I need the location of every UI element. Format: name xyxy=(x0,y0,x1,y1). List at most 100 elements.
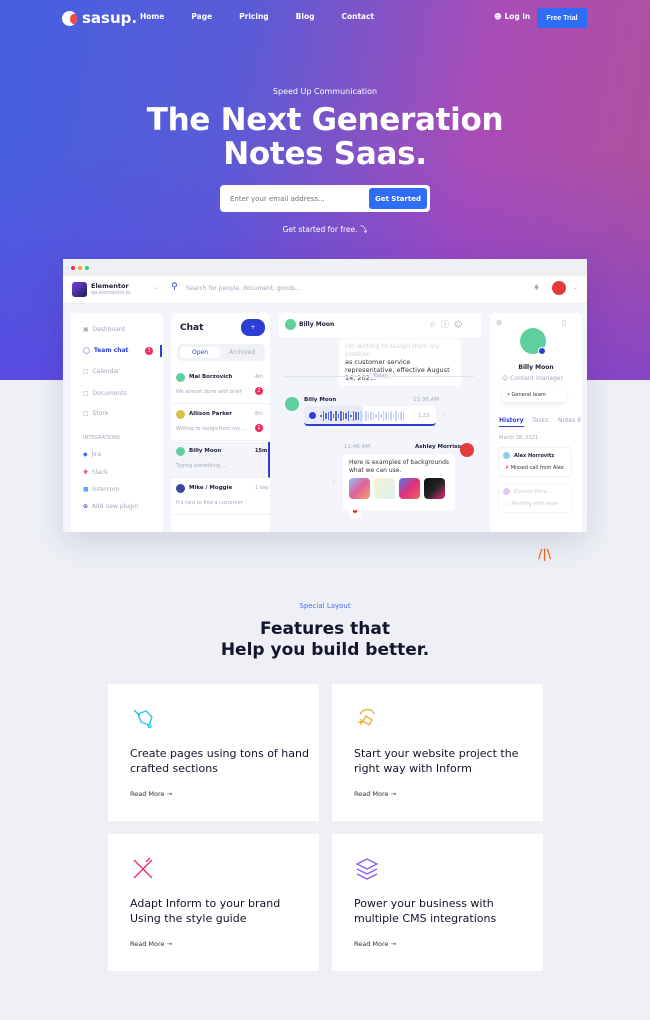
sidebar-item-calendar[interactable]: □ Calendar xyxy=(83,368,119,375)
integration-slack[interactable]: ❋ Slack xyxy=(83,469,108,476)
wave-bar xyxy=(365,410,367,422)
swatch[interactable] xyxy=(349,478,370,499)
read-more-link[interactable]: Read More → xyxy=(130,940,172,948)
user-avatar[interactable] xyxy=(552,281,566,295)
wave-bar xyxy=(320,415,322,417)
tab-open[interactable]: Open xyxy=(180,347,220,358)
read-more-link[interactable]: Read More → xyxy=(354,940,396,948)
team-select[interactable]: • General team xyxy=(502,389,566,402)
wave-bar xyxy=(397,412,399,420)
wave-bar xyxy=(355,412,357,420)
star-icon[interactable]: ☆ xyxy=(429,320,441,329)
integration-label: Jira xyxy=(91,451,102,458)
profile-name: Billy Moon xyxy=(518,364,554,371)
more-icon[interactable]: ⋮ xyxy=(331,479,337,486)
chat-time: 15m xyxy=(255,448,268,454)
wave-bar xyxy=(380,414,382,418)
wave-bar xyxy=(332,414,334,418)
nav-home[interactable]: Home xyxy=(140,12,164,21)
history-entry[interactable]: Eleanor Pena □ Meeting with team xyxy=(498,483,572,513)
gear-icon[interactable]: ⚙ xyxy=(496,319,502,327)
chevron-down-icon[interactable]: ⌄ xyxy=(153,284,158,291)
bookmark-icon[interactable]: ▯ xyxy=(562,319,566,327)
sidebar-item-team-chat[interactable]: ◯ Team chat xyxy=(83,347,128,354)
sidebar-item-dashboard[interactable]: ▣ Dashboard xyxy=(83,326,125,333)
title-line: The Next Generation xyxy=(146,102,504,138)
feature-title: Power your business with multiple CMS in… xyxy=(354,897,497,925)
tab-history[interactable]: History xyxy=(499,417,524,427)
chat-title: Chat xyxy=(180,323,204,333)
integrations-heading: INTEGRATIONS xyxy=(83,435,120,441)
heart-reaction[interactable]: ❤ xyxy=(349,507,361,518)
wave-bar xyxy=(392,415,394,417)
search-input[interactable]: Search for people, document, goods... xyxy=(186,285,301,292)
workspace-name[interactable]: Elementor xyxy=(91,282,129,290)
chat-preview: Typing something ... xyxy=(176,463,227,469)
read-more-link[interactable]: Read More → xyxy=(354,790,396,798)
chat-list-item[interactable]: Allison Parker 8m Writing to resign from… xyxy=(171,405,270,441)
nav-page[interactable]: Page xyxy=(191,12,212,21)
new-chat-button[interactable]: + xyxy=(241,319,265,336)
login-link[interactable]: ☻ Log in xyxy=(494,12,530,21)
chat-avatar xyxy=(176,484,185,493)
get-started-button[interactable]: Get Started xyxy=(369,188,427,209)
chat-list-item[interactable]: Mai Borzovich 4m We almost done with bri… xyxy=(171,368,270,404)
missed-call-icon: ✗ xyxy=(505,465,510,471)
feature-title: Adapt Inform to your brand Using the sty… xyxy=(130,897,281,925)
chat-list-item[interactable]: Mike / Moggie 1 day It's rare to find a … xyxy=(171,479,270,515)
edit-icon[interactable] xyxy=(538,347,546,355)
maximize-dot xyxy=(85,265,89,270)
wave-bar xyxy=(360,410,362,422)
add-plugin-button[interactable]: ⊕ Add new plugin xyxy=(83,503,138,510)
plus-circle-icon: ⊕ xyxy=(83,503,89,510)
feature-title: Start your website project the right way… xyxy=(354,747,519,775)
history-entry[interactable]: Alex Horrovitz ✗ Missed call from Alex xyxy=(498,447,572,477)
tab-tasks[interactable]: Tasks xyxy=(532,417,548,424)
slack-icon: ❋ xyxy=(83,469,89,476)
active-indicator xyxy=(160,345,162,357)
profile-panel: ⚙ ▯ Billy Moon ☺ Content manager • Gener… xyxy=(490,313,582,532)
title-line: Notes Saas. xyxy=(223,136,427,172)
wave-bar xyxy=(390,410,392,422)
hero-eyebrow: Speed Up Communication xyxy=(272,87,378,96)
message-text-clipped: I'm writing to resign from my position xyxy=(345,342,440,358)
bell-icon[interactable]: ♦ xyxy=(533,283,540,292)
nav-blog[interactable]: Blog xyxy=(296,12,315,21)
message-bubble: I'm writing to resign from my position as… xyxy=(339,339,461,386)
sidebar-item-store[interactable]: □ Store xyxy=(83,410,108,417)
read-more-link[interactable]: Read More → xyxy=(130,790,172,798)
free-trial-button[interactable]: Free Trial xyxy=(537,8,587,28)
tab-archived[interactable]: Archived xyxy=(229,349,255,356)
tab-notes[interactable]: Notes 8 xyxy=(558,417,581,424)
brand-name: sasup. xyxy=(82,9,138,27)
wave-bar xyxy=(395,410,397,422)
free-link-label: Get started for free. xyxy=(282,225,358,234)
feature-card: Start your website project the right way… xyxy=(332,684,543,821)
swatch[interactable] xyxy=(399,478,420,499)
add-user-icon[interactable]: ☺ xyxy=(454,320,467,329)
integration-jira[interactable]: ◆ Jira xyxy=(83,451,101,458)
email-input[interactable] xyxy=(230,194,369,203)
chat-list-item[interactable]: Billy Moon 15m Typing something ... xyxy=(171,442,270,478)
chat-preview: We almost done with brief xyxy=(176,389,242,395)
free-link[interactable]: Get started for free. ⤵ xyxy=(0,224,650,235)
play-icon[interactable] xyxy=(309,412,316,419)
background-swatches xyxy=(349,478,445,499)
brand-logo[interactable]: sasup. xyxy=(62,9,137,27)
layers-icon xyxy=(355,858,379,880)
swatch[interactable] xyxy=(424,478,445,499)
chat-preview: It's rare to find a customer xyxy=(176,500,243,506)
wave-bar xyxy=(370,411,372,421)
sidebar-item-documents[interactable]: □ Documents xyxy=(83,390,127,397)
more-icon[interactable]: ⋮ xyxy=(441,411,447,418)
nav-contact[interactable]: Contact xyxy=(341,12,374,21)
nav-pricing[interactable]: Pricing xyxy=(239,12,269,21)
chevron-down-icon[interactable]: ⌄ xyxy=(573,284,578,291)
wave-bar xyxy=(375,413,377,419)
info-icon[interactable]: ⓘ xyxy=(441,320,454,329)
wave-bar xyxy=(322,410,324,422)
integration-intercom[interactable]: ■ Intercom xyxy=(83,486,119,493)
profile-role: ☺ Content manager xyxy=(502,375,563,382)
voice-message[interactable]: 1:23 xyxy=(304,406,436,426)
swatch[interactable] xyxy=(374,478,395,499)
